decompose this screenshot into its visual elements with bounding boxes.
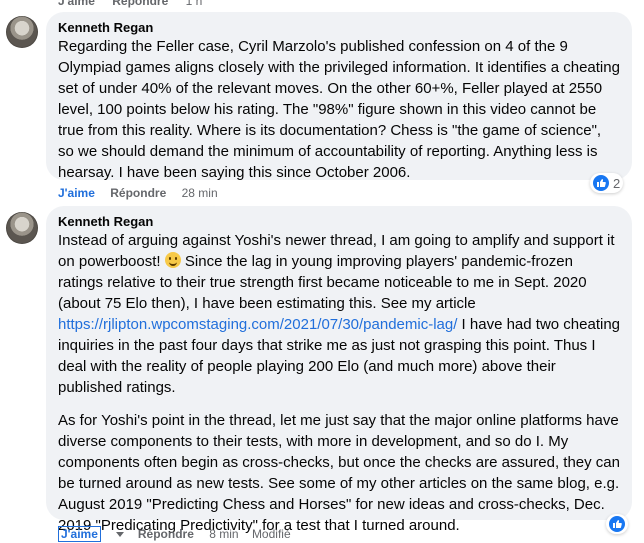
reply-link[interactable]: Répondre — [110, 186, 166, 200]
comment-actions: J'aime Répondre 28 min — [58, 186, 228, 200]
reply-link[interactable]: Répondre — [138, 527, 194, 541]
previous-comment-actions: J'aime Répondre 1 h — [58, 0, 216, 8]
comment-actions: J'aime Répondre 8 min Modifié — [58, 526, 291, 542]
like-link[interactable]: J'aime — [58, 186, 95, 200]
article-link[interactable]: https://rjlipton.wpcomstaging.com/2021/0… — [58, 316, 457, 333]
caret-down-icon[interactable] — [115, 531, 124, 537]
comment-text: Instead of arguing against Yoshi's newer… — [58, 230, 620, 398]
previous-timestamp[interactable]: 1 h — [186, 0, 203, 8]
comment-bubble: Kenneth Regan Instead of arguing against… — [46, 206, 632, 534]
comment-author[interactable]: Kenneth Regan — [58, 19, 620, 36]
previous-like-link[interactable]: J'aime — [58, 0, 95, 8]
comment-bubble: Kenneth Regan Regarding the Feller case,… — [46, 12, 632, 181]
reaction-badge[interactable]: 2 — [590, 173, 624, 193]
comment-text: Regarding the Feller case, Cyril Marzolo… — [58, 38, 620, 181]
comment-timestamp[interactable]: 8 min — [209, 527, 238, 541]
smiley-icon — [164, 252, 181, 268]
comment-author[interactable]: Kenneth Regan — [58, 213, 620, 230]
reaction-count: 2 — [613, 175, 621, 191]
comment-timestamp[interactable]: 28 min — [182, 186, 218, 200]
avatar[interactable] — [6, 212, 38, 244]
avatar[interactable] — [6, 16, 38, 48]
thumbs-up-icon — [593, 175, 609, 191]
thumbs-up-icon — [609, 516, 625, 532]
edited-label[interactable]: Modifié — [252, 527, 291, 541]
comment-paragraph-2: As for Yoshi's point in the thread, let … — [58, 412, 620, 534]
like-link[interactable]: J'aime — [58, 526, 101, 542]
reaction-badge[interactable] — [606, 514, 628, 534]
previous-reply-link[interactable]: Répondre — [112, 0, 168, 8]
